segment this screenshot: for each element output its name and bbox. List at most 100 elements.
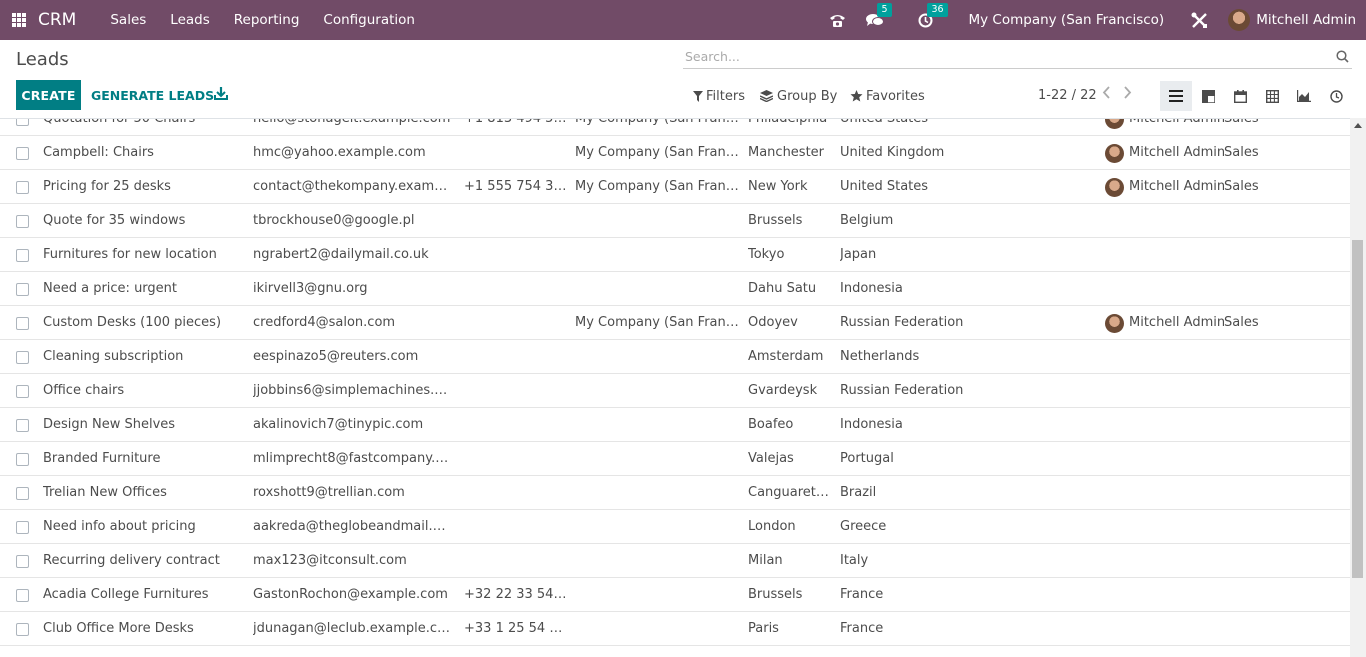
lead-city: Amsterdam	[748, 349, 824, 364]
favorites-toggle[interactable]: Favorites	[850, 86, 925, 106]
row-checkbox[interactable]	[16, 521, 29, 534]
table-row[interactable]: Cleaning subscription eespinazo5@reuters.…	[0, 340, 1350, 374]
lead-company	[575, 340, 745, 374]
table-row[interactable]: Campbell: Chairs hmc@yahoo.example.com My …	[0, 136, 1350, 170]
layers-icon	[760, 90, 773, 102]
lead-name: Need a price: urgent	[43, 281, 178, 296]
lead-phone	[464, 272, 569, 306]
lead-city: Brussels	[748, 587, 803, 602]
filter-icon	[693, 90, 703, 102]
app-brand[interactable]: CRM	[38, 10, 76, 30]
messages-icon[interactable]: 5	[866, 3, 892, 29]
lead-name: Branded Furniture	[43, 451, 161, 466]
row-checkbox[interactable]	[16, 283, 29, 296]
lead-country: Japan	[840, 247, 877, 262]
graph-view-button[interactable]	[1288, 81, 1320, 111]
table-row[interactable]: Acadia College Furnitures GastonRochon@ex…	[0, 578, 1350, 612]
menu-leads[interactable]: Leads	[158, 12, 221, 28]
scrollbar[interactable]	[1350, 118, 1366, 657]
table-row[interactable]: Branded Furniture mlimprecht8@fastcompany…	[0, 442, 1350, 476]
pivot-view-button[interactable]	[1256, 81, 1288, 111]
menu-configuration[interactable]: Configuration	[311, 12, 427, 28]
lead-country: United Kingdom	[840, 145, 945, 160]
lead-country: Russian Federation	[840, 315, 964, 330]
calendar-view-button[interactable]	[1224, 81, 1256, 111]
row-checkbox[interactable]	[16, 351, 29, 364]
lead-email: mlimprecht8@fastcompany.com	[253, 451, 451, 466]
scroll-up-arrow[interactable]	[1354, 123, 1362, 128]
row-checkbox[interactable]	[16, 317, 29, 330]
list-view-button[interactable]	[1160, 81, 1192, 111]
table-row[interactable]: Furnitures for new location ngrabert2@dai…	[0, 238, 1350, 272]
lead-name: Custom Desks (100 pieces)	[43, 315, 222, 330]
calendar-icon	[1233, 89, 1247, 103]
download-icon[interactable]	[214, 86, 228, 102]
lead-name: Pricing for 25 desks	[43, 179, 171, 194]
lead-country: France	[840, 587, 884, 602]
row-checkbox[interactable]	[16, 119, 29, 126]
kanban-icon	[1201, 89, 1215, 103]
lead-name: Furnitures for new location	[43, 247, 217, 262]
row-checkbox[interactable]	[16, 555, 29, 568]
lead-email: credford4@salon.com	[253, 315, 396, 330]
debug-tools-icon[interactable]	[1190, 11, 1208, 29]
table-row[interactable]: Quotation for 50 Chairs hello@stonagelt.e…	[0, 118, 1350, 136]
kanban-view-button[interactable]	[1192, 81, 1224, 111]
chevron-right-icon[interactable]	[1123, 86, 1132, 103]
lead-phone	[464, 238, 569, 272]
row-checkbox[interactable]	[16, 249, 29, 262]
groupby-toggle[interactable]: Group By	[760, 86, 837, 106]
row-checkbox[interactable]	[16, 589, 29, 602]
salesperson-name: Mitchell Admin	[1129, 315, 1225, 330]
table-row[interactable]: Need info about pricing aakreda@theglobea…	[0, 510, 1350, 544]
lead-phone	[464, 374, 569, 408]
avatar	[1228, 9, 1251, 31]
search-icon[interactable]	[1336, 50, 1349, 63]
lead-city: Philadelphia	[748, 118, 828, 126]
search-input[interactable]	[683, 49, 1336, 64]
phone-icon[interactable]	[828, 11, 846, 29]
scroll-thumb[interactable]	[1352, 240, 1363, 578]
search-bar	[683, 45, 1352, 69]
table-row[interactable]: Trelian New Offices roxshott9@trellian.co…	[0, 476, 1350, 510]
row-checkbox[interactable]	[16, 385, 29, 398]
generate-leads-button[interactable]: GENERATE LEADS	[91, 80, 214, 110]
filters-toggle[interactable]: Filters	[693, 86, 745, 106]
lead-sales-team	[1224, 238, 1284, 272]
table-row[interactable]: Recurring delivery contract max123@itcons…	[0, 544, 1350, 578]
row-checkbox[interactable]	[16, 215, 29, 228]
pager-value[interactable]: 1-22 / 22	[1038, 88, 1097, 103]
table-row[interactable]: Design New Shelves akalinovich7@tinypic.c…	[0, 408, 1350, 442]
row-checkbox[interactable]	[16, 147, 29, 160]
lead-email: contact@thekompany.example.c...	[253, 179, 451, 194]
row-checkbox[interactable]	[16, 487, 29, 500]
apps-menu-icon[interactable]	[12, 13, 26, 27]
row-checkbox[interactable]	[16, 419, 29, 432]
create-button[interactable]: CREATE	[16, 80, 81, 110]
lead-country: Brazil	[840, 485, 877, 500]
lead-sales-team: Sales	[1224, 179, 1259, 194]
table-row[interactable]: Pricing for 25 desks contact@thekompany.e…	[0, 170, 1350, 204]
row-checkbox[interactable]	[16, 623, 29, 636]
lead-country: Russian Federation	[840, 383, 964, 398]
lead-sales-team	[1224, 612, 1284, 646]
chevron-left-icon[interactable]	[1102, 86, 1111, 103]
activity-view-button[interactable]	[1320, 81, 1352, 111]
lead-sales-team	[1224, 510, 1284, 544]
table-row[interactable]: Club Office More Desks jdunagan@leclub.ex…	[0, 612, 1350, 646]
menu-sales[interactable]: Sales	[98, 12, 158, 28]
star-icon	[850, 90, 863, 102]
company-switcher[interactable]: My Company (San Francisco)	[968, 12, 1164, 28]
table-row[interactable]: Quote for 35 windows tbrockhouse0@google.…	[0, 204, 1350, 238]
user-menu[interactable]: Mitchell Admin	[1228, 9, 1356, 31]
table-row[interactable]: Office chairs jjobbins6@simplemachines.or…	[0, 374, 1350, 408]
menu-reporting[interactable]: Reporting	[222, 12, 312, 28]
lead-email: ikirvell3@gnu.org	[253, 281, 368, 296]
activities-icon[interactable]: 36	[916, 3, 948, 29]
lead-company	[575, 272, 745, 306]
table-row[interactable]: Custom Desks (100 pieces) credford4@salon…	[0, 306, 1350, 340]
row-checkbox[interactable]	[16, 181, 29, 194]
row-checkbox[interactable]	[16, 453, 29, 466]
lead-phone	[464, 408, 569, 442]
table-row[interactable]: Need a price: urgent ikirvell3@gnu.org Dah…	[0, 272, 1350, 306]
